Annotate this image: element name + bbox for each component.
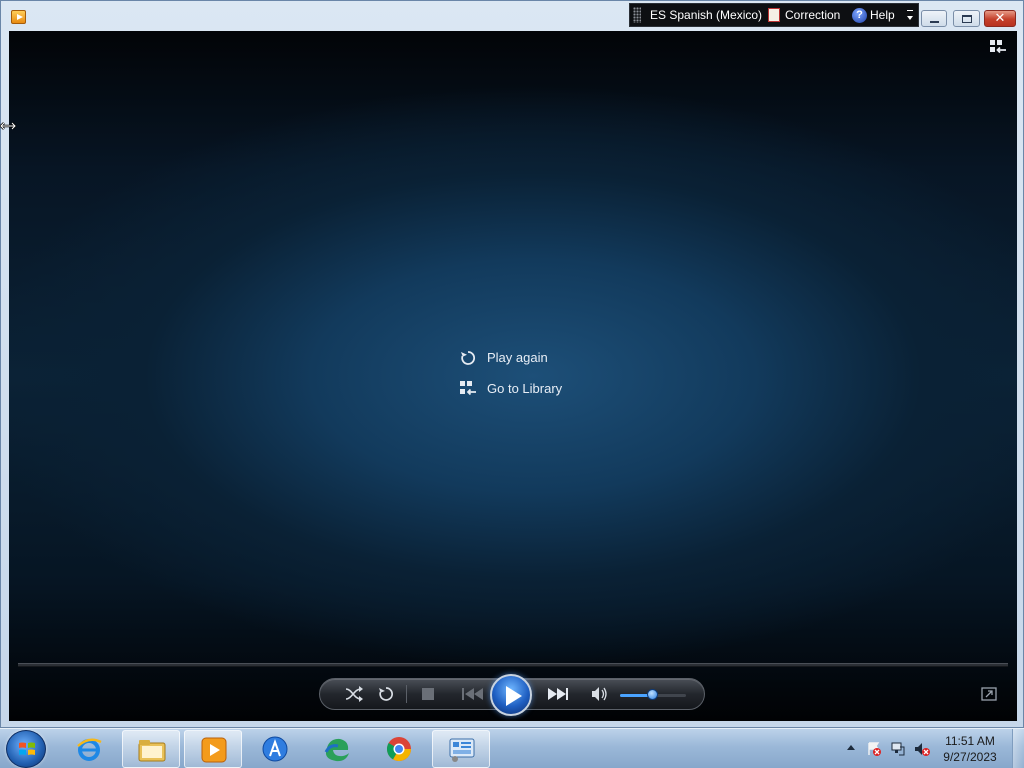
- fullscreen-icon[interactable]: [981, 687, 997, 701]
- next-button[interactable]: [536, 679, 576, 709]
- minimize-icon: [930, 21, 939, 23]
- volume-muted-icon[interactable]: [914, 741, 930, 757]
- media-player-window: ES Spanish (Mexico) Correction ? Help ✕ …: [0, 0, 1024, 728]
- language-bar-options-icon[interactable]: [906, 8, 914, 22]
- stop-button[interactable]: [416, 679, 438, 709]
- media-player-app-icon[interactable]: [11, 10, 26, 24]
- help-icon[interactable]: ?: [852, 8, 867, 23]
- playback-controls: [319, 674, 705, 716]
- resize-cursor-icon: [0, 122, 16, 130]
- play-again-label: Play again: [487, 350, 548, 365]
- help-button[interactable]: Help: [870, 8, 895, 22]
- taskbar-button-control-panel[interactable]: [432, 730, 490, 768]
- repeat-button[interactable]: [374, 679, 398, 709]
- correction-icon[interactable]: [768, 8, 780, 22]
- library-icon: [460, 381, 476, 396]
- close-icon: ✕: [994, 11, 1006, 26]
- title-bar[interactable]: ES Spanish (Mexico) Correction ? Help ✕: [1, 1, 1023, 31]
- maximize-icon: [962, 15, 972, 23]
- edge-icon: [324, 738, 349, 762]
- ie-icon: [77, 738, 102, 761]
- shuffle-button[interactable]: [342, 679, 366, 709]
- media-player-icon: [201, 737, 227, 763]
- mute-button[interactable]: [588, 679, 610, 709]
- volume-thumb[interactable]: [647, 689, 658, 700]
- show-desktop-button[interactable]: [1012, 729, 1024, 768]
- language-selector[interactable]: ES Spanish (Mexico): [650, 8, 762, 22]
- system-tray: 11:51 AM 9/27/2023: [840, 729, 1024, 768]
- stop-icon: [422, 688, 434, 700]
- show-hidden-icons-icon[interactable]: [847, 745, 855, 750]
- play-icon: [506, 686, 522, 706]
- language-bar[interactable]: ES Spanish (Mexico) Correction ? Help: [629, 3, 919, 27]
- volume-slider[interactable]: [620, 689, 686, 700]
- grip-handle-icon[interactable]: [633, 7, 641, 23]
- taskbar-button-chrome[interactable]: [370, 730, 428, 768]
- play-button[interactable]: [490, 674, 532, 716]
- switch-to-library-icon[interactable]: [989, 39, 1007, 55]
- close-button[interactable]: ✕: [984, 10, 1016, 27]
- clock-time[interactable]: 11:51 AM: [930, 734, 1010, 748]
- control-panel-icon: [449, 738, 475, 762]
- action-center-icon[interactable]: [866, 741, 882, 757]
- taskbar-button-folder[interactable]: [122, 730, 180, 768]
- now-playing-area: Play again Go to Library: [9, 31, 1017, 721]
- correction-button[interactable]: Correction: [785, 8, 840, 22]
- taskbar-button-edge[interactable]: [308, 730, 366, 768]
- separator: [406, 685, 407, 703]
- taskbar-button-ie[interactable]: [60, 730, 118, 768]
- start-button[interactable]: [6, 730, 46, 768]
- windows-logo-icon: [19, 742, 35, 755]
- replay-icon: [461, 351, 476, 365]
- maximize-button[interactable]: [953, 10, 980, 27]
- clock-date[interactable]: 9/27/2023: [930, 750, 1010, 764]
- folder-icon: [138, 740, 166, 762]
- seek-bar[interactable]: [18, 663, 1008, 667]
- network-icon[interactable]: [890, 741, 906, 757]
- taskbar-button-a-app[interactable]: [246, 730, 304, 768]
- taskbar: 11:51 AM 9/27/2023: [0, 728, 1024, 768]
- chrome-icon: [386, 737, 411, 762]
- minimize-button[interactable]: [921, 10, 947, 27]
- go-to-library-label: Go to Library: [487, 381, 563, 396]
- taskbar-button-media-player[interactable]: [184, 730, 242, 768]
- a-app-icon: [262, 736, 288, 762]
